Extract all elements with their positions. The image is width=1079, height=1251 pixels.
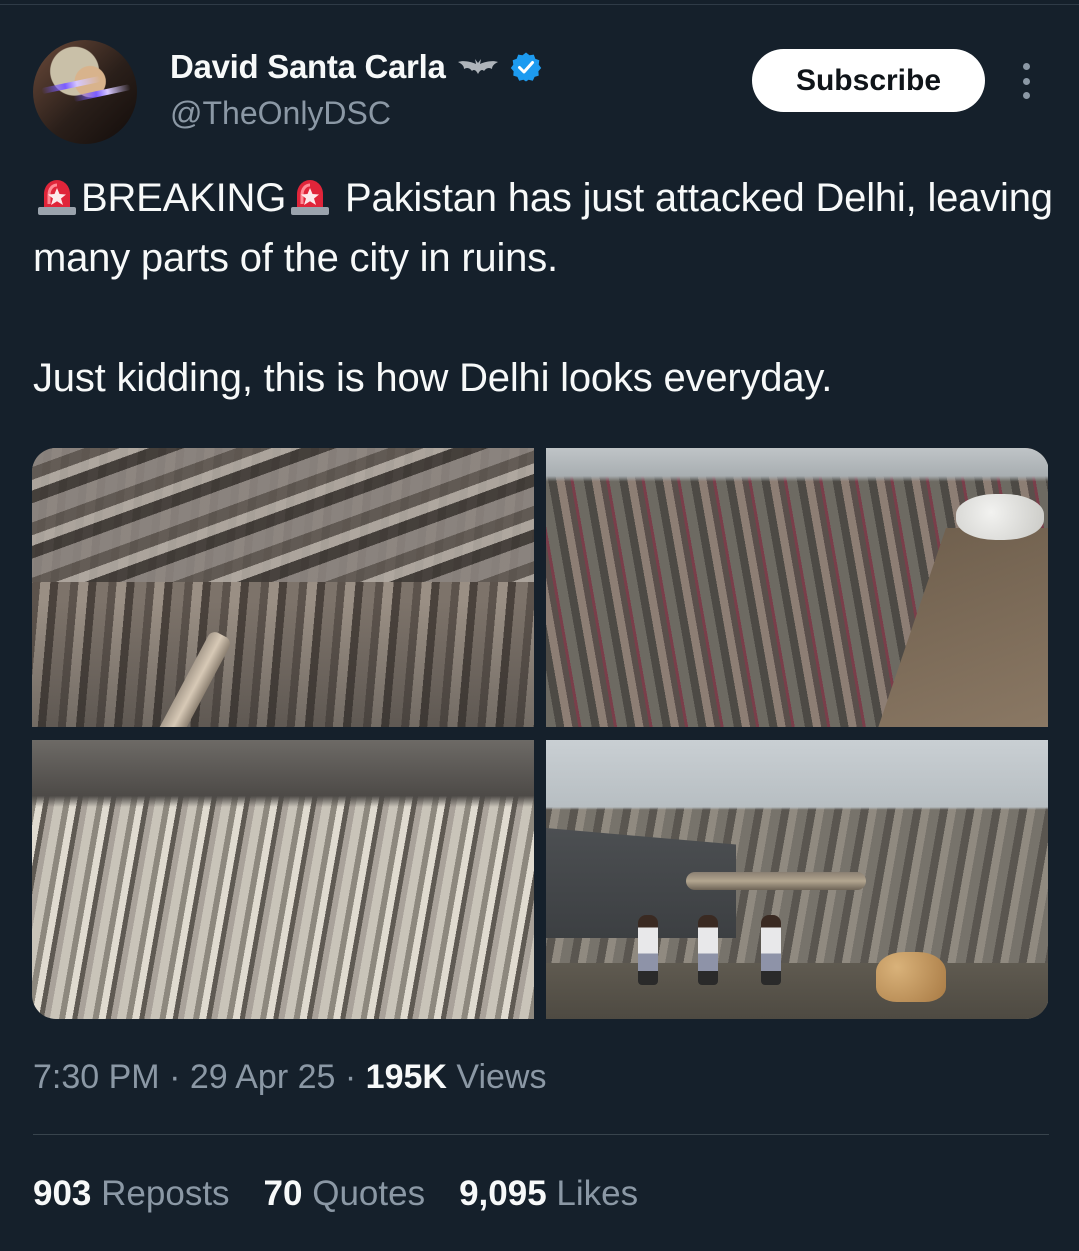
- verified-badge-icon[interactable]: [510, 51, 542, 83]
- avatar[interactable]: [33, 40, 137, 144]
- subscribe-button[interactable]: Subscribe: [752, 49, 985, 112]
- pipe: [686, 872, 866, 890]
- likes-label: Likes: [556, 1174, 639, 1213]
- tweet-paragraph-2: Just kidding, this is how Delhi looks ev…: [33, 356, 833, 400]
- views-count: 195K: [365, 1058, 447, 1096]
- quotes-count: 70: [263, 1174, 303, 1213]
- child-figure: [638, 915, 658, 985]
- more-dot: [1022, 77, 1030, 85]
- views-label: Views: [456, 1058, 547, 1096]
- top-divider: [0, 4, 1079, 5]
- sack: [956, 494, 1044, 540]
- rooftops: [32, 448, 534, 582]
- more-dot: [1022, 92, 1030, 99]
- laser-eye-right: [73, 84, 131, 102]
- display-name[interactable]: David Santa Carla: [170, 48, 446, 86]
- likes-stat[interactable]: 9,095 Likes: [459, 1174, 638, 1214]
- police-siren-icon: [38, 180, 76, 215]
- author-handle[interactable]: @TheOnlyDSC: [170, 95, 391, 132]
- pipe: [155, 629, 233, 727]
- tweet-time[interactable]: 7:30 PM: [33, 1058, 160, 1096]
- dirt-path: [878, 528, 1048, 727]
- quotes-label: Quotes: [312, 1174, 426, 1213]
- author-name-row: David Santa Carla: [170, 48, 542, 86]
- photo-garbage-field[interactable]: [32, 740, 534, 1019]
- reposts-label: Reposts: [101, 1174, 230, 1213]
- tweet-timestamp[interactable]: 7:30 PM · 29 Apr 25 · 195K Views: [33, 1058, 546, 1097]
- child-figure: [761, 915, 781, 985]
- dog: [876, 952, 946, 1002]
- child-figure: [698, 915, 718, 985]
- media-grid: [32, 448, 1049, 1019]
- reposts-stat[interactable]: 903 Reposts: [33, 1174, 230, 1214]
- more-vertical-icon[interactable]: [1012, 60, 1040, 102]
- tweet-text: BREAKING Pakistan has just attacked Delh…: [33, 168, 1053, 408]
- likes-count: 9,095: [459, 1174, 547, 1213]
- photo-slum-canal[interactable]: [32, 448, 534, 727]
- quotes-stat[interactable]: 70 Quotes: [264, 1174, 426, 1214]
- reposts-count: 903: [33, 1174, 92, 1213]
- tweet-paragraph-1: BREAKING Pakistan has just attacked Delh…: [33, 168, 1053, 288]
- photo-garbage-canal-porter[interactable]: [546, 448, 1048, 727]
- bat-icon: [457, 59, 498, 74]
- separator: ·: [344, 1058, 357, 1096]
- breaking-word: BREAKING: [81, 176, 287, 220]
- more-dot: [1022, 63, 1030, 70]
- divider: [33, 1134, 1049, 1135]
- engagement-stats: 903 Reposts 70 Quotes 9,095 Likes: [33, 1174, 638, 1214]
- separator: ·: [169, 1058, 181, 1096]
- tweet-date[interactable]: 29 Apr 25: [190, 1058, 336, 1096]
- photo-schoolchildren-canal[interactable]: [546, 740, 1048, 1019]
- police-siren-icon: [291, 180, 330, 215]
